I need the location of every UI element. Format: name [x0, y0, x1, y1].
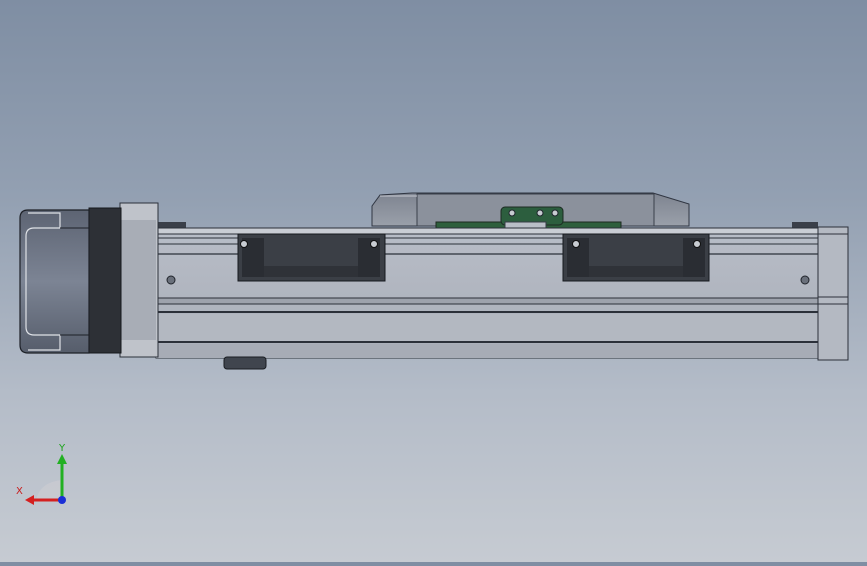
y-axis-label: Y [59, 443, 66, 454]
y-axis-arrow [57, 454, 67, 464]
slider-block-left [237, 233, 386, 282]
triad-plane [36, 480, 62, 500]
stepper-motor [19, 209, 90, 354]
x-axis-label: X [16, 486, 23, 497]
motor-coupling [88, 207, 122, 354]
rail-screw-right [800, 275, 810, 285]
bottom-connector [223, 356, 267, 370]
model-viewport[interactable] [0, 0, 867, 562]
x-axis-arrow [25, 495, 34, 505]
motor-flange [119, 202, 159, 358]
rail-screw-left [166, 275, 176, 285]
end-cap-right [817, 226, 849, 361]
coordinate-triad: Y X [14, 440, 74, 510]
z-axis-dot [58, 496, 66, 504]
slider-block-right [562, 233, 710, 282]
linear-actuator-model[interactable] [0, 0, 867, 562]
